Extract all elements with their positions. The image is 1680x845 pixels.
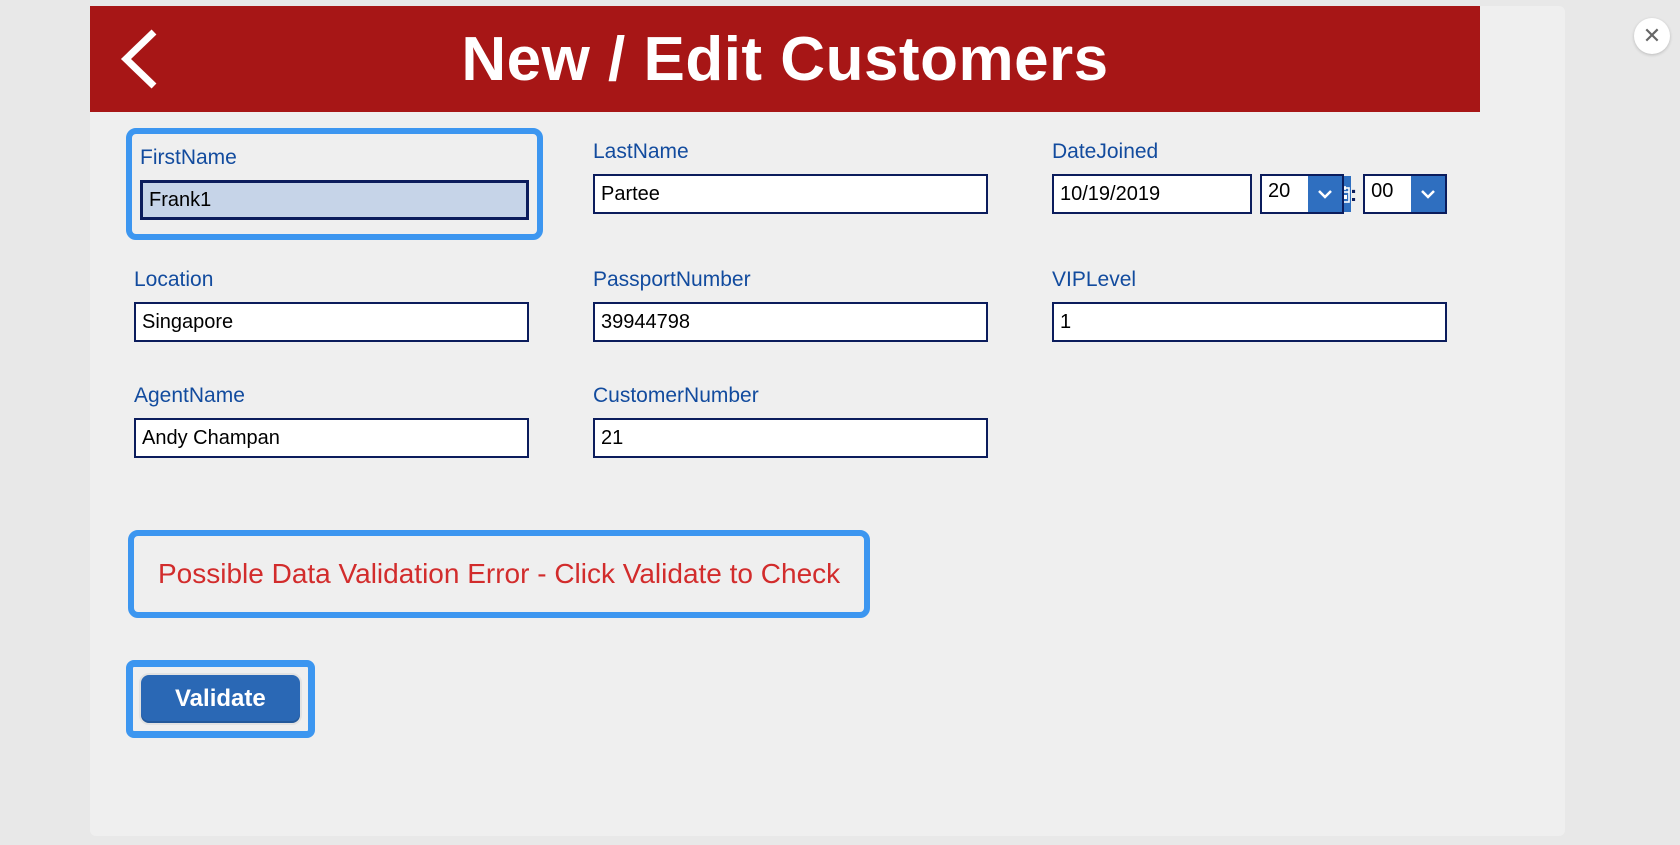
validation-message: Possible Data Validation Error - Click V… (142, 544, 856, 604)
firstname-highlight: FirstName (126, 128, 543, 240)
minute-dropdown-button[interactable] (1411, 176, 1445, 212)
header-bar: New / Edit Customers (90, 6, 1480, 112)
minute-select[interactable]: 00 (1363, 174, 1447, 214)
lastname-label: LastName (593, 140, 988, 164)
firstname-input[interactable] (140, 180, 529, 220)
customernumber-label: CustomerNumber (593, 384, 988, 408)
hour-value: 20 (1262, 176, 1308, 212)
location-input[interactable] (134, 302, 529, 342)
form-area: FirstName LastName DateJoined (90, 112, 1565, 500)
close-icon: ✕ (1643, 23, 1661, 49)
validate-button-highlight: Validate (126, 660, 315, 738)
viplevel-label: VIPLevel (1052, 268, 1447, 292)
agentname-label: AgentName (134, 384, 529, 408)
close-button[interactable]: ✕ (1634, 18, 1670, 54)
back-button[interactable] (114, 24, 166, 94)
viplevel-input[interactable] (1052, 302, 1447, 342)
passportnumber-label: PassportNumber (593, 268, 988, 292)
validation-message-highlight: Possible Data Validation Error - Click V… (128, 530, 870, 618)
time-separator: : (1350, 181, 1357, 207)
chevron-left-icon (114, 24, 166, 94)
agentname-input[interactable] (134, 418, 529, 458)
location-label: Location (134, 268, 529, 292)
validate-button[interactable]: Validate (141, 675, 300, 723)
passportnumber-input[interactable] (593, 302, 988, 342)
date-picker[interactable] (1052, 174, 1252, 214)
minute-value: 00 (1365, 176, 1411, 212)
chevron-down-icon (1419, 185, 1437, 203)
lastname-input[interactable] (593, 174, 988, 214)
page-title: New / Edit Customers (461, 24, 1108, 95)
hour-select[interactable]: 20 (1260, 174, 1344, 214)
firstname-label: FirstName (140, 146, 529, 170)
customernumber-input[interactable] (593, 418, 988, 458)
datejoined-label: DateJoined (1052, 140, 1447, 164)
chevron-down-icon (1316, 185, 1334, 203)
hour-dropdown-button[interactable] (1308, 176, 1342, 212)
